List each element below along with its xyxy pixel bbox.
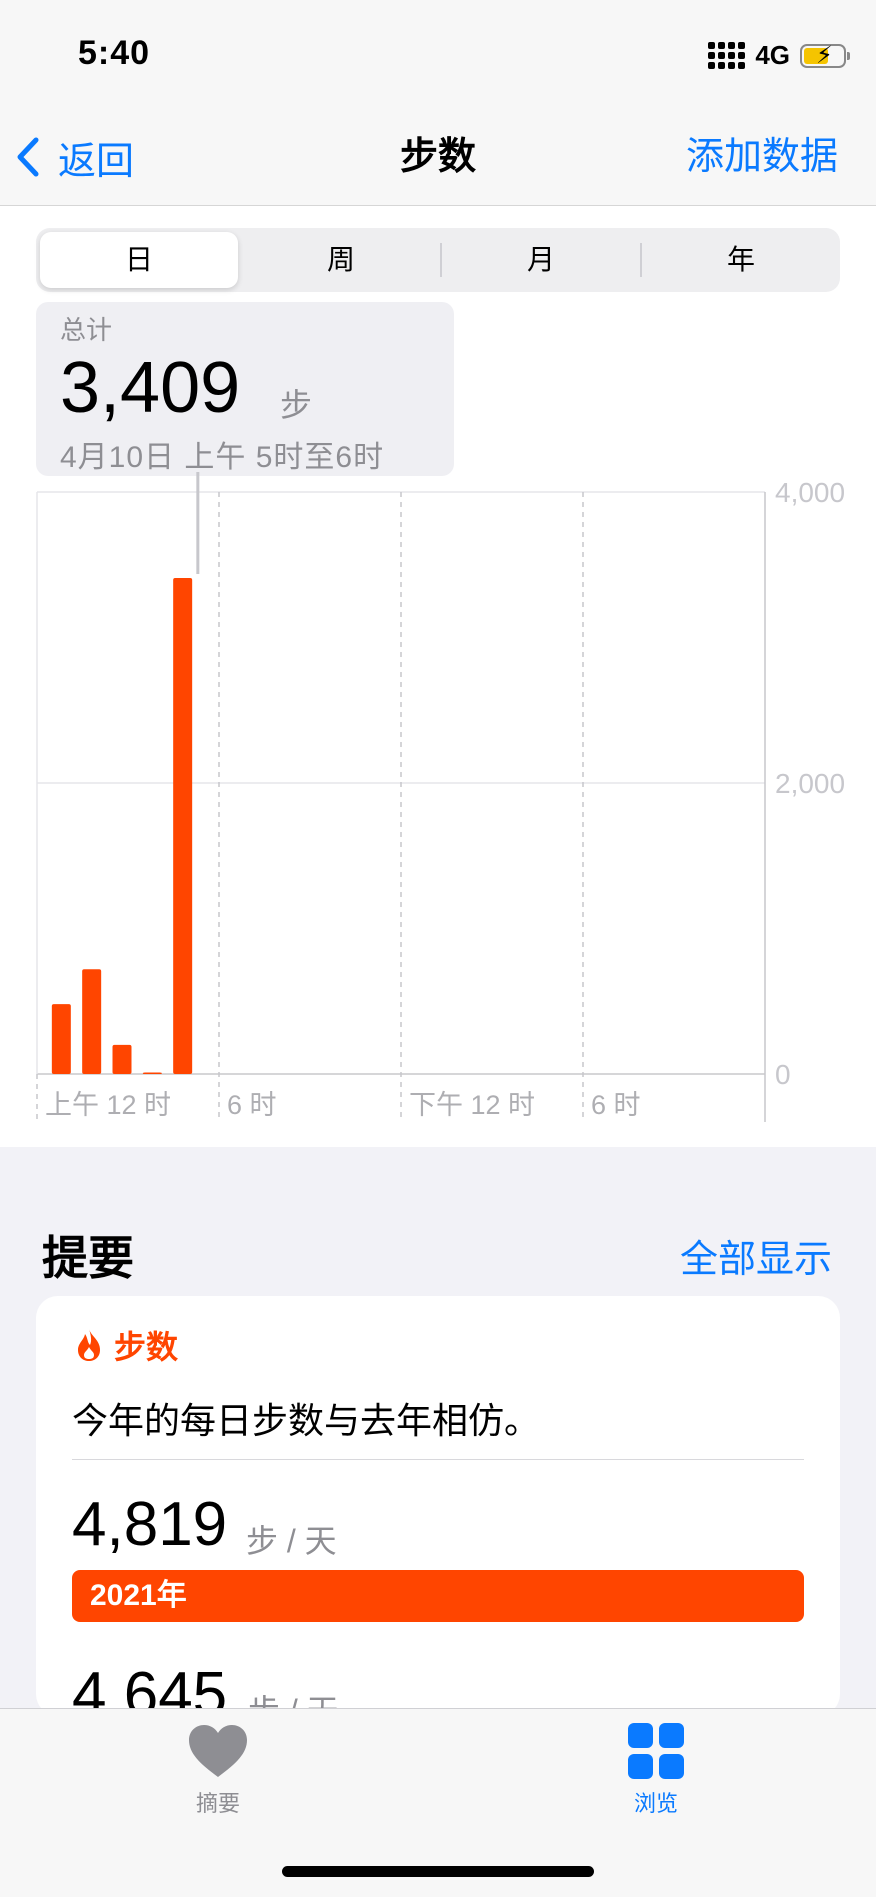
summary-title: 提要 (42, 1232, 134, 1284)
x-tick-label: 6 时 (227, 1090, 277, 1120)
card-divider (72, 1459, 804, 1460)
card-header: 步数 (74, 1322, 178, 1368)
heart-icon (189, 1725, 247, 1777)
flame-icon (78, 1329, 100, 1361)
tab-browse[interactable]: 浏览 (586, 1723, 726, 1818)
x-tick-label: 6 时 (591, 1090, 641, 1120)
steps-chart-svg: 0 2,000 4,000 上午 12 时 6 时 下午 12 时 6 时 (36, 472, 845, 1122)
segment-week[interactable]: 周 (242, 228, 440, 292)
chart-bar (112, 1044, 132, 1074)
home-indicator (282, 1866, 594, 1877)
navigation-bar: 返回 步数 添加数据 (0, 110, 876, 206)
tooltip-value: 3,409 (60, 348, 241, 428)
steps-summary-card[interactable]: 步数 今年的每日步数与去年相仿。 4,819 步 / 天 2021年 4,645… (36, 1296, 840, 1716)
segment-year[interactable]: 年 (642, 228, 840, 292)
y-tick-label: 4,000 (775, 477, 845, 508)
chart-bar (82, 969, 102, 1074)
show-all-button[interactable]: 全部显示 (680, 1228, 832, 1283)
segment-day[interactable]: 日 (40, 232, 238, 288)
grid-icon (628, 1723, 684, 1779)
period-segmented-control: 日 周 月 年 (36, 228, 840, 292)
tooltip-label: 总计 (60, 315, 113, 345)
y-tick-label: 0 (775, 1059, 791, 1090)
status-bar: 5:40 4G ⚡ (0, 0, 876, 110)
signal-icon (708, 42, 746, 69)
segment-month[interactable]: 月 (442, 228, 640, 292)
tooltip-unit: 步 (280, 387, 313, 423)
x-tick-label: 上午 12 时 (45, 1090, 171, 1120)
tab-summary[interactable]: 摘要 (148, 1723, 288, 1818)
status-time: 5:40 (78, 34, 151, 72)
selection-tooltip: 总计 3,409 步 4月10日 上午 5时至6时 (36, 302, 454, 476)
chart-bar (142, 1072, 162, 1074)
stat-value-2021: 4,819 (72, 1490, 228, 1559)
card-category: 步数 (114, 1329, 179, 1365)
chart-bar (51, 1004, 71, 1074)
status-indicators: 4G ⚡ (708, 40, 850, 71)
stat-unit-2021: 步 / 天 (246, 1523, 337, 1559)
tab-browse-label: 浏览 (633, 1791, 678, 1816)
year-bar-2021: 2021年 (72, 1570, 804, 1622)
add-data-button[interactable]: 添加数据 (686, 132, 838, 182)
y-tick-label: 2,000 (775, 768, 845, 799)
steps-chart[interactable]: 0 2,000 4,000 上午 12 时 6 时 下午 12 时 6 时 (0, 470, 876, 1130)
network-label: 4G (755, 40, 790, 70)
tab-summary-label: 摘要 (195, 1791, 240, 1816)
x-tick-label: 下午 12 时 (409, 1090, 535, 1120)
chart-bar (173, 577, 193, 1074)
card-description: 今年的每日步数与去年相仿。 (72, 1400, 541, 1441)
battery-icon: ⚡ (800, 42, 850, 69)
